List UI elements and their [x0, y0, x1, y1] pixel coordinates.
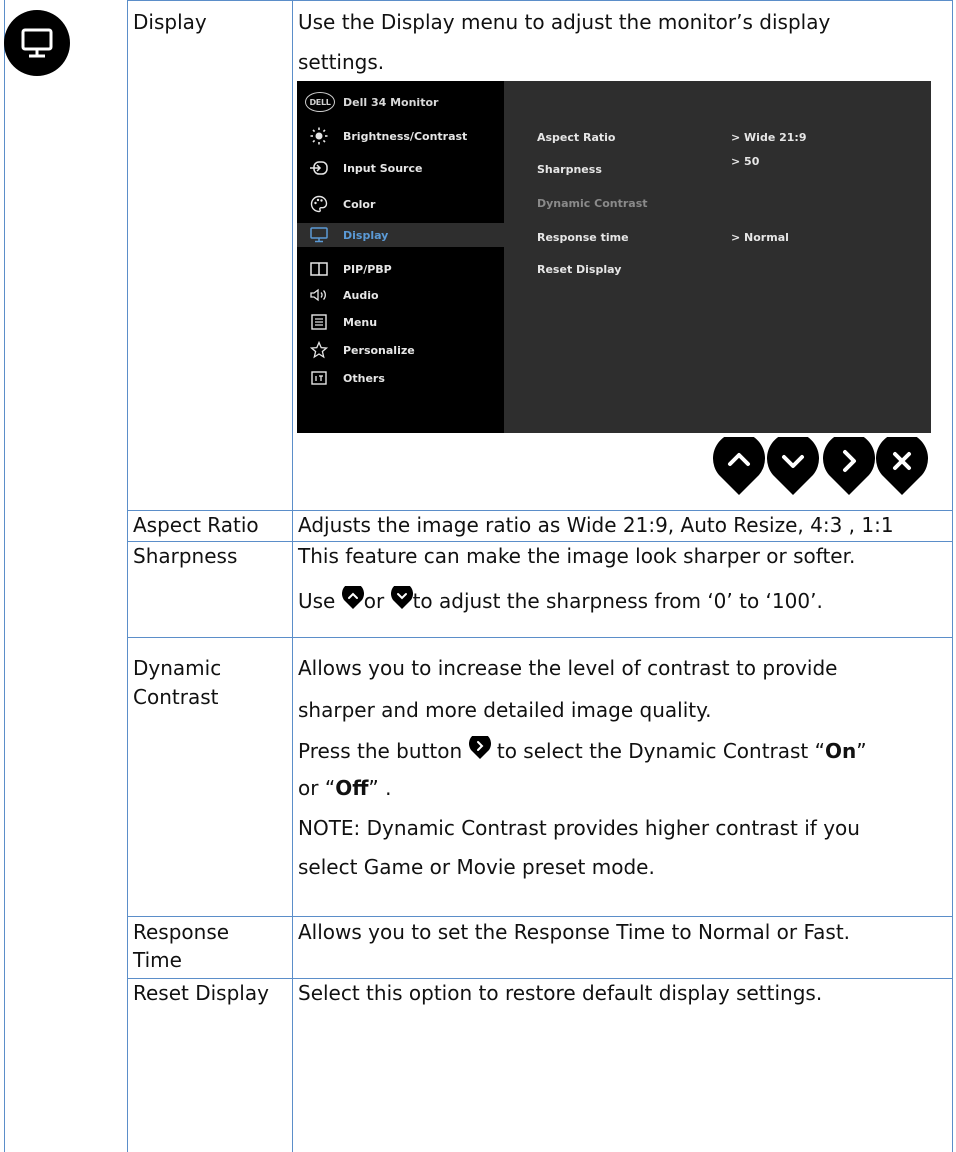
up-button-icon: [341, 586, 364, 609]
row-label-sharpness: Sharpness: [133, 544, 238, 568]
input-source-icon: [309, 158, 329, 178]
palette-icon: [309, 194, 329, 214]
on-option: On: [825, 739, 857, 763]
osd-menu-screenshot: DELL Dell 34 Monitor Brightness/Contrast…: [297, 81, 931, 433]
off-option: Off: [335, 776, 369, 800]
text-fragment: to select the Dynamic Contrast “: [490, 739, 825, 763]
speaker-icon: [309, 285, 329, 305]
osd-item-label: PIP/PBP: [343, 262, 392, 276]
nav-right-button[interactable]: [823, 432, 875, 497]
osd-header: DELL Dell 34 Monitor: [305, 91, 438, 113]
text-fragment: ” .: [368, 776, 392, 800]
row-desc-reset-display: Select this option to restore default di…: [298, 981, 823, 1005]
column-divider-2: [292, 0, 293, 1152]
row-desc-dynamic-line3: Press the button to select the Dynamic C…: [298, 736, 867, 766]
osd-item-label: Audio: [343, 288, 379, 302]
row-label-response-time-2: Time: [133, 948, 182, 972]
osd-setting-reset-display[interactable]: Reset Display: [537, 263, 621, 276]
nav-close-button[interactable]: [876, 432, 928, 497]
row-label-response-time-1: Response: [133, 920, 230, 944]
osd-item-label: Input Source: [343, 161, 423, 175]
chevron-down-icon: [767, 432, 819, 495]
text-fragment: Use: [298, 589, 342, 613]
text-fragment: Press the button: [298, 739, 469, 763]
row-desc-response-time: Allows you to set the Response Time to N…: [298, 920, 851, 944]
text-fragment: or “: [298, 776, 336, 800]
section-label: Display: [133, 10, 207, 34]
osd-content: Aspect Ratio > Wide 21:9 Sharpness > 50 …: [504, 81, 931, 433]
osd-item-personalize[interactable]: Personalize: [297, 338, 504, 362]
osd-setting-sharpness[interactable]: Sharpness: [537, 163, 602, 176]
osd-value-aspect-ratio: > Wide 21:9: [731, 131, 807, 144]
chevron-up-icon: [713, 432, 765, 495]
row-label-reset-display: Reset Display: [133, 981, 269, 1005]
row-desc-dynamic-line2: sharper and more detailed image quality.: [298, 698, 712, 722]
menu-icon: [309, 312, 329, 332]
dell-logo: DELL: [305, 92, 335, 112]
section-desc-line2: settings.: [298, 50, 385, 74]
osd-item-input-source[interactable]: Input Source: [297, 156, 504, 180]
osd-value-response-time: > Normal: [731, 231, 789, 244]
row-divider: [127, 637, 953, 638]
osd-item-display[interactable]: Display: [297, 223, 504, 247]
table-top-border: [127, 0, 953, 1]
section-desc-line1: Use the Display menu to adjust the monit…: [298, 10, 831, 34]
monitor-icon: [309, 225, 329, 245]
osd-item-audio[interactable]: Audio: [297, 283, 504, 307]
row-desc-sharpness-line1: This feature can make the image look sha…: [298, 544, 856, 568]
row-desc-dynamic-line4: or “Off” .: [298, 774, 391, 803]
close-icon: [876, 432, 928, 495]
osd-item-label: Personalize: [343, 343, 415, 357]
monitor-icon: [4, 10, 70, 76]
osd-item-label: Color: [343, 197, 376, 211]
note-text: Dynamic Contrast provides higher contras…: [360, 816, 860, 840]
osd-item-color[interactable]: Color: [297, 192, 504, 216]
osd-setting-aspect-ratio[interactable]: Aspect Ratio: [537, 131, 615, 144]
row-desc-aspect-ratio: Adjusts the image ratio as Wide 21:9, Au…: [298, 513, 894, 537]
row-desc-dynamic-line1: Allows you to increase the level of cont…: [298, 656, 838, 680]
text-fragment: or: [363, 589, 391, 613]
osd-setting-response-time[interactable]: Response time: [537, 231, 629, 244]
osd-item-label: Menu: [343, 315, 378, 329]
pip-icon: [309, 259, 329, 279]
osd-item-menu[interactable]: Menu: [297, 310, 504, 334]
nav-up-button[interactable]: [713, 432, 765, 497]
table-border-left: [4, 0, 5, 1152]
row-divider: [127, 916, 953, 917]
table-border-right: [952, 0, 953, 1152]
row-desc-dynamic-note: NOTE: Dynamic Contrast provides higher c…: [298, 814, 860, 843]
nav-down-button[interactable]: [767, 432, 819, 497]
column-divider-1: [127, 0, 128, 1152]
osd-sidebar: DELL Dell 34 Monitor Brightness/Contrast…: [297, 81, 504, 433]
row-desc-sharpness-line2: Use or to adjust the sharpness from ‘0’ …: [298, 586, 823, 616]
osd-setting-dynamic-contrast[interactable]: Dynamic Contrast: [537, 197, 648, 210]
chevron-right-icon: [823, 432, 875, 495]
osd-item-label: Brightness/Contrast: [343, 129, 468, 143]
osd-item-label: Display: [343, 228, 389, 242]
row-desc-dynamic-note-line2: select Game or Movie preset mode.: [298, 855, 655, 879]
row-label-dynamic-contrast-1: Dynamic: [133, 656, 222, 680]
text-fragment: to adjust the sharpness from ‘0’ to ‘100…: [412, 589, 823, 613]
osd-item-brightness[interactable]: Brightness/Contrast: [297, 124, 504, 148]
row-label-dynamic-contrast-2: Contrast: [133, 685, 219, 709]
osd-value-sharpness: > 50: [731, 155, 760, 168]
text-fragment: ”: [856, 739, 867, 763]
note-label: NOTE:: [298, 816, 361, 840]
right-button-icon: [468, 736, 491, 759]
osd-item-others[interactable]: Others: [297, 366, 504, 390]
osd-item-pip-pbp[interactable]: PIP/PBP: [297, 257, 504, 281]
star-icon: [309, 340, 329, 360]
down-button-icon: [390, 586, 413, 609]
row-label-aspect-ratio: Aspect Ratio: [133, 513, 259, 537]
others-icon: [309, 368, 329, 388]
osd-item-label: Others: [343, 371, 385, 385]
brightness-icon: [309, 126, 329, 146]
osd-title: Dell 34 Monitor: [343, 95, 439, 109]
